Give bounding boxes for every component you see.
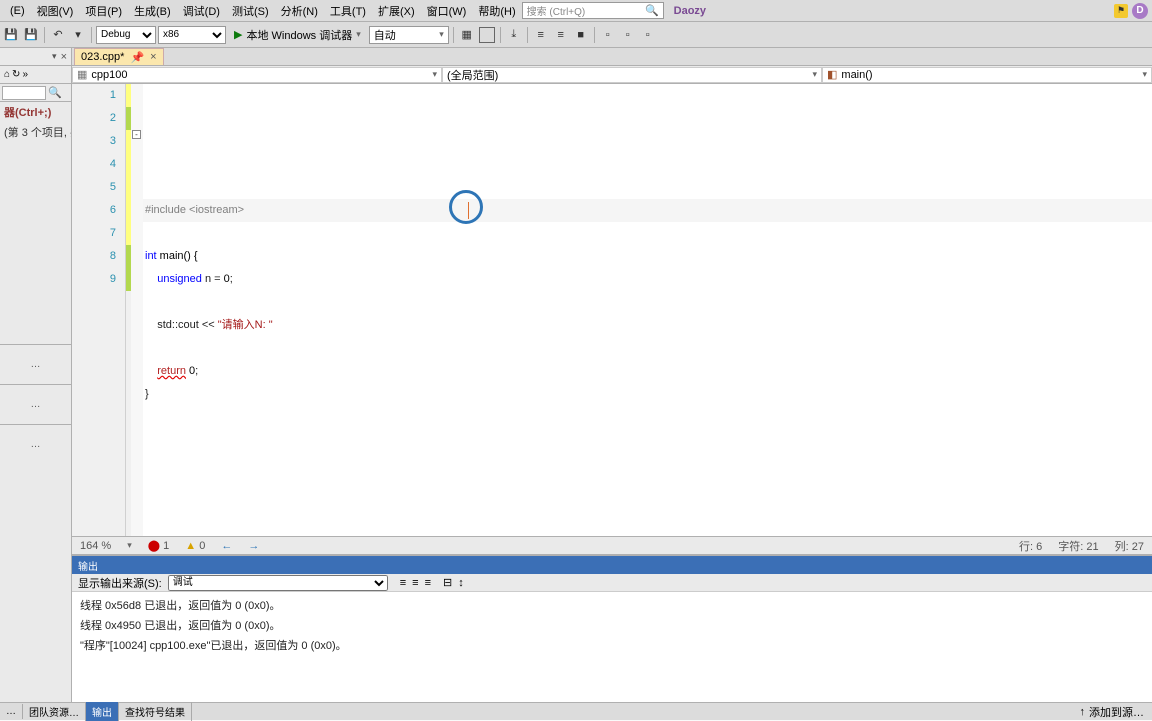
dock-tool-icon[interactable]: » <box>22 69 28 80</box>
chevron-down-icon[interactable]: ▾ <box>127 540 132 551</box>
error-icon: ⬤ <box>148 540 160 552</box>
tab-title: 023.cpp* <box>81 51 124 63</box>
menu-build[interactable]: 生成(B) <box>128 1 177 21</box>
menubar: (E) 视图(V) 项目(P) 生成(B) 调试(D) 测试(S) 分析(N) … <box>0 0 1152 22</box>
dock-tool-icon[interactable]: ↻ <box>12 69 20 80</box>
save-icon[interactable]: 💾 <box>2 26 20 44</box>
cursor-col: 27 <box>1132 541 1144 553</box>
dock-tool-icon[interactable]: ⌂ <box>4 69 10 80</box>
menu-test[interactable]: 测试(S) <box>226 1 275 21</box>
saveall-icon[interactable]: 💾 <box>22 26 40 44</box>
tool-icon-6[interactable]: ■ <box>572 26 590 44</box>
close-icon[interactable]: × <box>150 51 156 63</box>
menu-project[interactable]: 项目(P) <box>79 1 128 21</box>
config-combo[interactable]: Debug <box>96 26 156 44</box>
tab-strip: 023.cpp* 📌 × <box>72 48 1152 66</box>
bottom-tab[interactable]: 查找符号结果 <box>119 702 192 721</box>
auto-combo[interactable]: 自动▾ <box>369 26 449 44</box>
scope-function-combo[interactable]: ◧main()▾ <box>822 67 1152 83</box>
notification-icon[interactable]: ⚑ <box>1114 4 1128 18</box>
bottom-tab-strip: … 团队资源… 输出 查找符号结果 ↑添加到源… <box>0 702 1152 720</box>
text-caret <box>468 202 469 219</box>
editor-area: 023.cpp* 📌 × ▦cpp100▾ (全局范围)▾ ◧main()▾ 1… <box>72 48 1152 702</box>
run-target-label: 本地 Windows 调试器 <box>246 27 352 43</box>
fold-toggle-icon[interactable]: - <box>132 130 141 139</box>
solution-search-label: 器(Ctrl+;) <box>4 104 67 120</box>
nav-forward-icon[interactable]: → <box>248 540 259 552</box>
output-tool-icon[interactable]: ≡ <box>425 577 431 589</box>
redo-icon[interactable]: ▾ <box>69 26 87 44</box>
tool-icon-5[interactable]: ≡ <box>552 26 570 44</box>
editor-status-bar: 164 % ▾ ⬤ 1 ▲ 0 ← → 行: 6 字符: 21 列: 27 <box>72 536 1152 554</box>
chevron-down-icon: ▾ <box>356 29 361 40</box>
start-debug-button[interactable]: ▶ 本地 Windows 调试器 ▾ <box>228 26 367 44</box>
scope-project-combo[interactable]: ▦cpp100▾ <box>72 67 442 83</box>
dock-dropdown-icon[interactable]: ▾ <box>52 51 57 62</box>
search-icon: 🔍 <box>48 86 62 99</box>
add-to-source-label[interactable]: 添加到源… <box>1089 704 1144 720</box>
undo-icon[interactable]: ↶ <box>49 26 67 44</box>
bottom-tab[interactable]: … <box>0 704 23 719</box>
bottom-tab-output[interactable]: 输出 <box>86 702 119 721</box>
add-to-source-icon[interactable]: ↑ <box>1080 706 1086 718</box>
global-search[interactable]: 搜索 (Ctrl+Q) 🔍 <box>522 2 664 19</box>
output-tool-icon[interactable]: ⊟ <box>443 576 452 589</box>
user-avatar[interactable]: D <box>1132 3 1148 19</box>
solution-search-input[interactable] <box>2 86 46 100</box>
solution-explorer: ▾ × ⌂ ↻ » 🔍 器(Ctrl+;) (第 3 个项目, 共 … … … <box>0 48 72 702</box>
output-text[interactable]: 线程 0x56d8 已退出，返回值为 0 (0x0)。线程 0x4950 已退出… <box>72 592 1152 702</box>
tool-icon-1[interactable]: ▦ <box>458 26 476 44</box>
platform-combo[interactable]: x86 <box>158 26 226 44</box>
warning-count: 0 <box>199 540 205 552</box>
output-panel-title: 输出 <box>72 556 1152 574</box>
output-tool-icon[interactable]: ↕ <box>458 577 464 589</box>
play-icon: ▶ <box>234 28 242 41</box>
error-count: 1 <box>163 540 169 552</box>
toolbar: 💾 💾 ↶ ▾ Debug x86 ▶ 本地 Windows 调试器 ▾ 自动▾ ▦… <box>0 22 1152 48</box>
output-panel: 输出 显示输出来源(S): 调试 ≡ ≡ ≡ ⊟ ↕ 线程 0x56d8 已退出… <box>72 554 1152 702</box>
output-tool-icon[interactable]: ≡ <box>412 577 418 589</box>
dock-collapsed-tab[interactable]: … <box>0 424 71 464</box>
bottom-tab[interactable]: 团队资源… <box>23 702 86 721</box>
zoom-level[interactable]: 164 % <box>80 540 111 552</box>
tool-icon-4[interactable]: ≡ <box>532 26 550 44</box>
output-source-label: 显示输出来源(S): <box>78 575 162 591</box>
menu-help[interactable]: 帮助(H) <box>472 1 521 21</box>
output-tool-icon[interactable]: ≡ <box>400 577 406 589</box>
menu-e[interactable]: (E) <box>4 3 31 19</box>
menu-tools[interactable]: 工具(T) <box>324 1 372 21</box>
editor-tab[interactable]: 023.cpp* 📌 × <box>74 48 164 65</box>
tool-icon-9[interactable]: ▫ <box>639 26 657 44</box>
nav-back-icon[interactable]: ← <box>221 540 232 552</box>
dock-collapsed-tab[interactable]: … <box>0 384 71 424</box>
pin-icon[interactable]: 📌 <box>130 51 144 64</box>
cursor-char: 21 <box>1086 541 1098 553</box>
solution-item[interactable]: (第 3 个项目, 共 <box>4 124 67 140</box>
warning-icon: ▲ <box>185 540 196 552</box>
search-icon: 🔍 <box>645 4 659 17</box>
search-placeholder: 搜索 (Ctrl+Q) <box>527 3 645 18</box>
menu-debug[interactable]: 调试(D) <box>177 1 226 21</box>
dock-collapsed-tab[interactable]: … <box>0 344 71 384</box>
tool-icon-2[interactable] <box>478 26 496 44</box>
menu-extensions[interactable]: 扩展(X) <box>372 1 421 21</box>
menu-view[interactable]: 视图(V) <box>31 1 80 21</box>
tool-icon-3[interactable]: ⤓ <box>505 26 523 44</box>
scope-namespace-combo[interactable]: (全局范围)▾ <box>442 67 822 83</box>
brand-label: Daozy <box>674 5 706 17</box>
output-source-combo[interactable]: 调试 <box>168 575 388 591</box>
tool-icon-7[interactable]: ▫ <box>599 26 617 44</box>
menu-window[interactable]: 窗口(W) <box>421 1 473 21</box>
cursor-line: 6 <box>1036 541 1042 553</box>
dock-close-icon[interactable]: × <box>61 51 67 63</box>
tool-icon-8[interactable]: ▫ <box>619 26 637 44</box>
menu-analyze[interactable]: 分析(N) <box>275 1 324 21</box>
code-editor[interactable]: 123456789 - #include <iostream>int main(… <box>72 84 1152 536</box>
nav-bar: ▦cpp100▾ (全局范围)▾ ◧main()▾ <box>72 66 1152 84</box>
